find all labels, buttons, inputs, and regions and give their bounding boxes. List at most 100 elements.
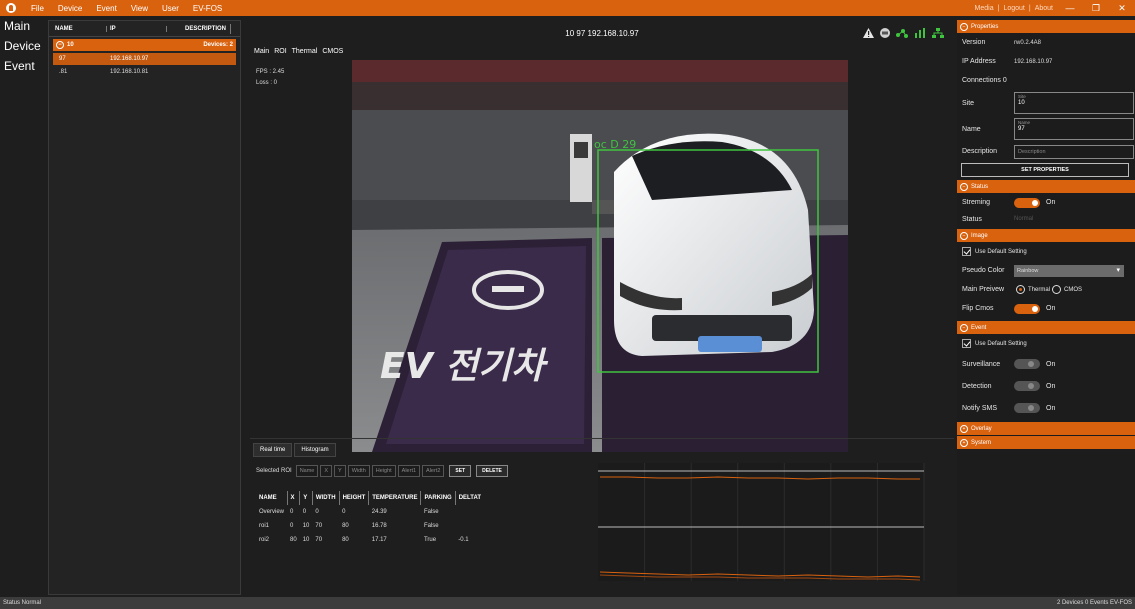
tab-cmos[interactable]: CMOS [322,48,343,55]
roi-alert1-field[interactable]: Alert1 [397,465,421,477]
set-properties-button[interactable]: SET PROPERTIES [961,163,1129,177]
table-row[interactable]: roi1 0 10 70 80 16.78 False [256,519,484,533]
collapse-icon[interactable]: − [960,231,968,240]
roi-col-header[interactable]: Y [299,491,313,505]
section-event[interactable]: − Event [957,321,1135,334]
event-surveillance: Surveillance On [957,353,1135,375]
notify-sms-toggle[interactable] [1014,403,1040,413]
roi-height-field[interactable]: Height [371,465,396,477]
section-image[interactable]: − Image [957,229,1135,242]
section-system[interactable]: + System [957,436,1135,449]
device-ip: 192.168.10.81 [110,69,149,75]
device-row[interactable]: .81 192.168.10.81 [53,66,236,78]
collapse-icon[interactable]: − [960,22,968,31]
section-overlay[interactable]: + Overlay [957,422,1135,435]
col-name[interactable]: NAME [49,26,106,32]
nav-device[interactable]: Device [0,36,46,56]
section-status[interactable]: − Status [957,180,1135,193]
share-icon[interactable] [896,28,908,38]
license-plate [698,336,762,352]
roi-set-button[interactable]: SET [449,465,472,477]
table-cell: Overview [259,509,285,515]
collapse-icon[interactable]: − [960,323,968,332]
collapse-icon[interactable]: − [960,182,968,191]
label: Site [962,99,975,107]
site-field[interactable]: Site 10 [1014,92,1134,114]
roi-col-header[interactable]: HEIGHT [338,491,369,505]
record-icon[interactable] [880,28,890,38]
roi-col-header[interactable]: TEMPERATURE [368,491,421,505]
roi-delete-button[interactable]: DELETE [476,465,508,477]
table-row[interactable]: Overview 0 0 0 0 24.39 False [256,505,484,519]
maximize-icon[interactable]: ❐ [1083,3,1109,14]
label: IP Address [962,58,996,65]
expand-icon[interactable]: + [960,438,968,447]
flip-cmos-toggle[interactable] [1014,303,1040,314]
section-title: Event [971,324,987,331]
default-setting-checkbox[interactable] [962,339,971,348]
description-field[interactable]: Description [1014,144,1134,159]
roi-col-header[interactable]: DELTAT [454,491,485,505]
view-tabs: Main ROI Thermal CMOS [254,48,343,55]
menu-view[interactable]: View [124,4,155,13]
camera-view[interactable]: EV 전기차 oc D 29 [352,60,848,452]
roi-y-field[interactable]: Y [334,465,346,477]
bar-chart-icon[interactable] [914,28,926,38]
tab-main[interactable]: Main [254,48,269,55]
logout-link[interactable]: Logout [999,5,1028,12]
menu-bar: File Device Event View User EV-FOS Media… [0,0,1135,16]
thermal-radio[interactable] [1016,285,1025,294]
section-title: Properties [971,23,999,30]
close-icon[interactable]: ✕ [1109,3,1135,14]
nav-event[interactable]: Event [0,56,46,76]
roi-name-field[interactable]: Name [295,465,319,477]
table-row[interactable]: roi2 80 10 70 80 17.17 True -0.1 [256,533,484,547]
expand-icon[interactable]: + [960,424,968,433]
minimize-icon[interactable]: — [1057,3,1083,13]
collapse-icon[interactable]: − [56,41,64,49]
checkbox-label: Use Default Setting [975,340,1027,347]
table-cell: roi2 [259,537,270,543]
section-properties[interactable]: − Properties [957,20,1135,33]
menu-device[interactable]: Device [51,4,89,13]
col-description[interactable]: DESCRIPTION [166,25,230,32]
roi-col-header[interactable]: PARKING [420,491,456,505]
roi-alert2-field[interactable]: Alert2 [422,465,445,477]
name-field[interactable]: Name 97 [1014,118,1134,140]
detection-toggle[interactable] [1014,381,1040,391]
roi-col-header[interactable]: WIDTH [311,491,340,505]
prop-connections: Connections 0 [957,71,1135,90]
toggle-value: On [1046,360,1056,368]
cmos-radio[interactable] [1052,285,1062,294]
media-link[interactable]: Media [971,5,998,12]
roi-x-field[interactable]: X [320,465,333,477]
default-setting-checkbox[interactable] [962,247,971,256]
charger-screen [574,142,588,158]
status-text: Status Normal [3,600,42,606]
tab-roi[interactable]: ROI [274,48,286,55]
menu-user[interactable]: User [155,4,186,13]
roi-table-body: Overview 0 0 0 0 24.39 False roi1 0 10 70 80 16.78 Fa… [256,505,484,547]
nav-main[interactable]: Main [0,16,46,36]
tab-real-time[interactable]: Real time [253,443,293,457]
table-cell [455,519,484,533]
tab-histogram[interactable]: Histogram [294,443,336,457]
device-row[interactable]: 97 192.168.10.97 [53,53,236,65]
pseudo-color-select[interactable]: Rainbow [1014,264,1124,277]
roi-width-field[interactable]: Width [347,465,370,477]
roi-col-header[interactable]: X [286,491,300,505]
about-link[interactable]: About [1031,5,1057,12]
col-divider [230,23,231,34]
device-group[interactable]: − 10 Devices: 2 [53,39,236,51]
streaming-toggle[interactable] [1014,197,1040,208]
prop-name: Name Name 97 [957,116,1135,142]
camera-scene: EV 전기차 oc D 29 [352,60,848,452]
network-icon[interactable] [932,28,944,38]
col-ip[interactable]: IP [106,25,166,32]
tab-thermal[interactable]: Thermal [292,48,318,55]
surveillance-toggle[interactable] [1014,359,1040,369]
menu-event[interactable]: Event [89,4,123,13]
roi-col-header[interactable]: NAME [256,491,287,505]
menu-file[interactable]: File [24,4,51,13]
warning-icon[interactable] [863,28,874,38]
